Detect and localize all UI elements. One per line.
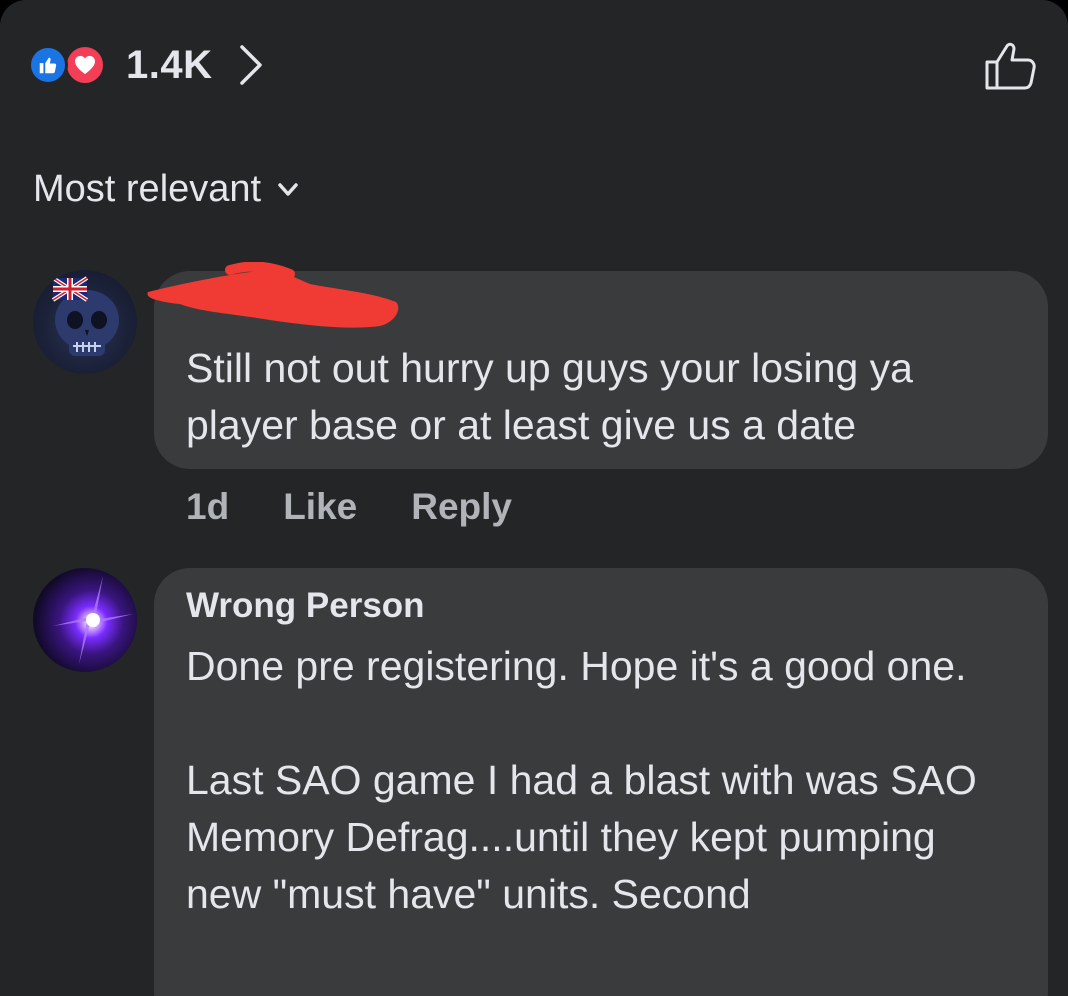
chevron-right-icon	[237, 43, 265, 87]
comment-text: Done pre registering. Hope it's a good o…	[186, 643, 977, 917]
chevron-down-icon	[277, 182, 299, 198]
avatar[interactable]	[33, 270, 137, 374]
comment-text: Still not out hurry up guys your losing …	[186, 345, 913, 448]
comment-actions: 1d Like Reply	[186, 486, 512, 528]
avatar[interactable]	[33, 568, 137, 672]
redaction-scribble	[147, 262, 399, 328]
comment-bubble[interactable]: Wrong Person Done pre registering. Hope …	[154, 568, 1048, 996]
sort-label: Most relevant	[33, 168, 262, 210]
love-reaction-icon	[64, 44, 106, 86]
comment-author[interactable]: Wrong Person	[186, 586, 425, 626]
reaction-icons	[28, 43, 114, 87]
reaction-count: 1.4K	[126, 42, 213, 87]
reactions-summary[interactable]: 1.4K	[28, 40, 265, 90]
like-comment-button[interactable]: Like	[283, 486, 357, 528]
comment-timestamp: 1d	[186, 486, 230, 527]
thumbs-up-outline-icon	[985, 42, 1036, 90]
reply-comment-button[interactable]: Reply	[411, 486, 512, 528]
sort-dropdown[interactable]: Most relevant	[33, 168, 299, 211]
like-reaction-icon	[28, 45, 68, 85]
comments-panel: 1.4K Most relevant Still not out hurry u…	[0, 0, 1068, 996]
like-post-button[interactable]	[980, 36, 1040, 96]
